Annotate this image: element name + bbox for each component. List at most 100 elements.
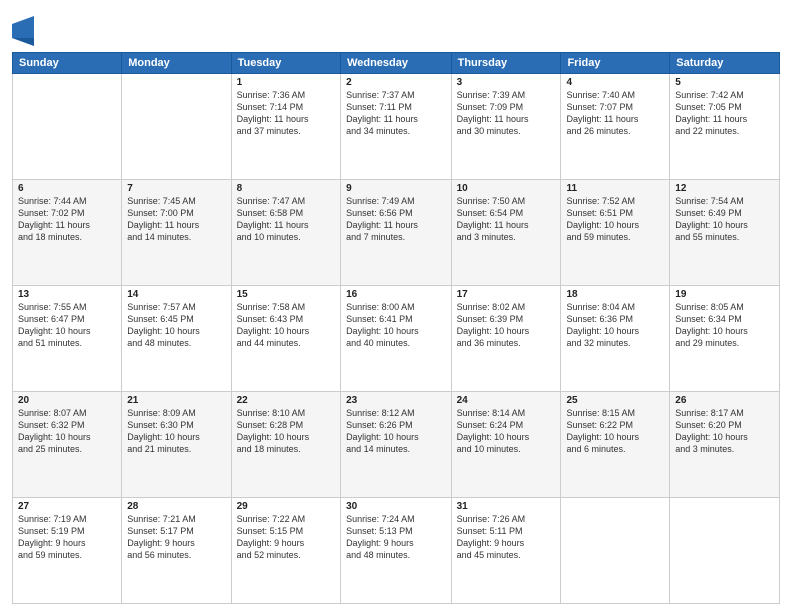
- day-number: 24: [457, 395, 556, 406]
- calendar-cell: 6Sunrise: 7:44 AM Sunset: 7:02 PM Daylig…: [13, 180, 122, 286]
- day-info: Sunrise: 7:39 AM Sunset: 7:09 PM Dayligh…: [457, 89, 556, 138]
- calendar-week-3: 13Sunrise: 7:55 AM Sunset: 6:47 PM Dayli…: [13, 286, 780, 392]
- calendar-cell: 24Sunrise: 8:14 AM Sunset: 6:24 PM Dayli…: [451, 392, 561, 498]
- calendar-cell: 15Sunrise: 7:58 AM Sunset: 6:43 PM Dayli…: [231, 286, 340, 392]
- day-number: 5: [675, 77, 774, 88]
- calendar-cell: 19Sunrise: 8:05 AM Sunset: 6:34 PM Dayli…: [670, 286, 780, 392]
- day-number: 10: [457, 183, 556, 194]
- day-info: Sunrise: 8:10 AM Sunset: 6:28 PM Dayligh…: [237, 407, 335, 456]
- day-number: 25: [566, 395, 664, 406]
- calendar-cell: 27Sunrise: 7:19 AM Sunset: 5:19 PM Dayli…: [13, 498, 122, 604]
- calendar-cell: 2Sunrise: 7:37 AM Sunset: 7:11 PM Daylig…: [341, 74, 452, 180]
- day-number: 11: [566, 183, 664, 194]
- day-info: Sunrise: 7:21 AM Sunset: 5:17 PM Dayligh…: [127, 513, 225, 562]
- weekday-header-sunday: Sunday: [13, 53, 122, 74]
- header: [12, 10, 780, 46]
- calendar-cell: 20Sunrise: 8:07 AM Sunset: 6:32 PM Dayli…: [13, 392, 122, 498]
- weekday-header-monday: Monday: [122, 53, 231, 74]
- day-info: Sunrise: 8:00 AM Sunset: 6:41 PM Dayligh…: [346, 301, 446, 350]
- calendar-cell: 21Sunrise: 8:09 AM Sunset: 6:30 PM Dayli…: [122, 392, 231, 498]
- weekday-header-thursday: Thursday: [451, 53, 561, 74]
- calendar-cell: 31Sunrise: 7:26 AM Sunset: 5:11 PM Dayli…: [451, 498, 561, 604]
- day-number: 3: [457, 77, 556, 88]
- calendar-cell: 11Sunrise: 7:52 AM Sunset: 6:51 PM Dayli…: [561, 180, 670, 286]
- calendar-cell: [122, 74, 231, 180]
- day-info: Sunrise: 8:15 AM Sunset: 6:22 PM Dayligh…: [566, 407, 664, 456]
- day-number: 13: [18, 289, 116, 300]
- day-number: 2: [346, 77, 446, 88]
- page: SundayMondayTuesdayWednesdayThursdayFrid…: [0, 0, 792, 612]
- day-number: 7: [127, 183, 225, 194]
- day-info: Sunrise: 7:22 AM Sunset: 5:15 PM Dayligh…: [237, 513, 335, 562]
- day-info: Sunrise: 7:36 AM Sunset: 7:14 PM Dayligh…: [237, 89, 335, 138]
- calendar-cell: 30Sunrise: 7:24 AM Sunset: 5:13 PM Dayli…: [341, 498, 452, 604]
- weekday-header-row: SundayMondayTuesdayWednesdayThursdayFrid…: [13, 53, 780, 74]
- calendar-cell: 13Sunrise: 7:55 AM Sunset: 6:47 PM Dayli…: [13, 286, 122, 392]
- day-info: Sunrise: 8:02 AM Sunset: 6:39 PM Dayligh…: [457, 301, 556, 350]
- day-info: Sunrise: 7:50 AM Sunset: 6:54 PM Dayligh…: [457, 195, 556, 244]
- day-number: 4: [566, 77, 664, 88]
- day-info: Sunrise: 7:58 AM Sunset: 6:43 PM Dayligh…: [237, 301, 335, 350]
- day-number: 16: [346, 289, 446, 300]
- weekday-header-saturday: Saturday: [670, 53, 780, 74]
- day-number: 29: [237, 501, 335, 512]
- day-info: Sunrise: 7:45 AM Sunset: 7:00 PM Dayligh…: [127, 195, 225, 244]
- calendar-cell: 29Sunrise: 7:22 AM Sunset: 5:15 PM Dayli…: [231, 498, 340, 604]
- calendar-cell: 8Sunrise: 7:47 AM Sunset: 6:58 PM Daylig…: [231, 180, 340, 286]
- day-number: 31: [457, 501, 556, 512]
- day-info: Sunrise: 7:40 AM Sunset: 7:07 PM Dayligh…: [566, 89, 664, 138]
- calendar-cell: 4Sunrise: 7:40 AM Sunset: 7:07 PM Daylig…: [561, 74, 670, 180]
- calendar-cell: 5Sunrise: 7:42 AM Sunset: 7:05 PM Daylig…: [670, 74, 780, 180]
- weekday-header-wednesday: Wednesday: [341, 53, 452, 74]
- day-info: Sunrise: 8:09 AM Sunset: 6:30 PM Dayligh…: [127, 407, 225, 456]
- calendar-cell: 26Sunrise: 8:17 AM Sunset: 6:20 PM Dayli…: [670, 392, 780, 498]
- day-info: Sunrise: 7:42 AM Sunset: 7:05 PM Dayligh…: [675, 89, 774, 138]
- day-info: Sunrise: 8:05 AM Sunset: 6:34 PM Dayligh…: [675, 301, 774, 350]
- day-number: 27: [18, 501, 116, 512]
- day-number: 14: [127, 289, 225, 300]
- calendar-cell: [561, 498, 670, 604]
- calendar-week-2: 6Sunrise: 7:44 AM Sunset: 7:02 PM Daylig…: [13, 180, 780, 286]
- day-info: Sunrise: 8:04 AM Sunset: 6:36 PM Dayligh…: [566, 301, 664, 350]
- day-info: Sunrise: 7:49 AM Sunset: 6:56 PM Dayligh…: [346, 195, 446, 244]
- day-info: Sunrise: 7:55 AM Sunset: 6:47 PM Dayligh…: [18, 301, 116, 350]
- calendar-cell: 18Sunrise: 8:04 AM Sunset: 6:36 PM Dayli…: [561, 286, 670, 392]
- calendar-cell: 10Sunrise: 7:50 AM Sunset: 6:54 PM Dayli…: [451, 180, 561, 286]
- calendar-cell: 9Sunrise: 7:49 AM Sunset: 6:56 PM Daylig…: [341, 180, 452, 286]
- day-info: Sunrise: 7:52 AM Sunset: 6:51 PM Dayligh…: [566, 195, 664, 244]
- calendar-cell: 3Sunrise: 7:39 AM Sunset: 7:09 PM Daylig…: [451, 74, 561, 180]
- calendar-cell: [670, 498, 780, 604]
- day-info: Sunrise: 8:14 AM Sunset: 6:24 PM Dayligh…: [457, 407, 556, 456]
- calendar-cell: 17Sunrise: 8:02 AM Sunset: 6:39 PM Dayli…: [451, 286, 561, 392]
- calendar-cell: 23Sunrise: 8:12 AM Sunset: 6:26 PM Dayli…: [341, 392, 452, 498]
- calendar-cell: 1Sunrise: 7:36 AM Sunset: 7:14 PM Daylig…: [231, 74, 340, 180]
- day-info: Sunrise: 7:24 AM Sunset: 5:13 PM Dayligh…: [346, 513, 446, 562]
- day-number: 23: [346, 395, 446, 406]
- day-number: 1: [237, 77, 335, 88]
- day-info: Sunrise: 8:07 AM Sunset: 6:32 PM Dayligh…: [18, 407, 116, 456]
- day-number: 26: [675, 395, 774, 406]
- calendar-cell: 12Sunrise: 7:54 AM Sunset: 6:49 PM Dayli…: [670, 180, 780, 286]
- day-number: 8: [237, 183, 335, 194]
- day-number: 21: [127, 395, 225, 406]
- day-number: 20: [18, 395, 116, 406]
- day-info: Sunrise: 7:44 AM Sunset: 7:02 PM Dayligh…: [18, 195, 116, 244]
- day-info: Sunrise: 8:12 AM Sunset: 6:26 PM Dayligh…: [346, 407, 446, 456]
- calendar-cell: 16Sunrise: 8:00 AM Sunset: 6:41 PM Dayli…: [341, 286, 452, 392]
- calendar-cell: 25Sunrise: 8:15 AM Sunset: 6:22 PM Dayli…: [561, 392, 670, 498]
- day-number: 19: [675, 289, 774, 300]
- day-info: Sunrise: 8:17 AM Sunset: 6:20 PM Dayligh…: [675, 407, 774, 456]
- weekday-header-friday: Friday: [561, 53, 670, 74]
- day-number: 9: [346, 183, 446, 194]
- weekday-header-tuesday: Tuesday: [231, 53, 340, 74]
- day-info: Sunrise: 7:47 AM Sunset: 6:58 PM Dayligh…: [237, 195, 335, 244]
- day-info: Sunrise: 7:19 AM Sunset: 5:19 PM Dayligh…: [18, 513, 116, 562]
- day-info: Sunrise: 7:54 AM Sunset: 6:49 PM Dayligh…: [675, 195, 774, 244]
- day-number: 22: [237, 395, 335, 406]
- calendar-cell: [13, 74, 122, 180]
- day-number: 15: [237, 289, 335, 300]
- calendar-cell: 14Sunrise: 7:57 AM Sunset: 6:45 PM Dayli…: [122, 286, 231, 392]
- calendar-cell: 22Sunrise: 8:10 AM Sunset: 6:28 PM Dayli…: [231, 392, 340, 498]
- calendar-week-4: 20Sunrise: 8:07 AM Sunset: 6:32 PM Dayli…: [13, 392, 780, 498]
- day-number: 6: [18, 183, 116, 194]
